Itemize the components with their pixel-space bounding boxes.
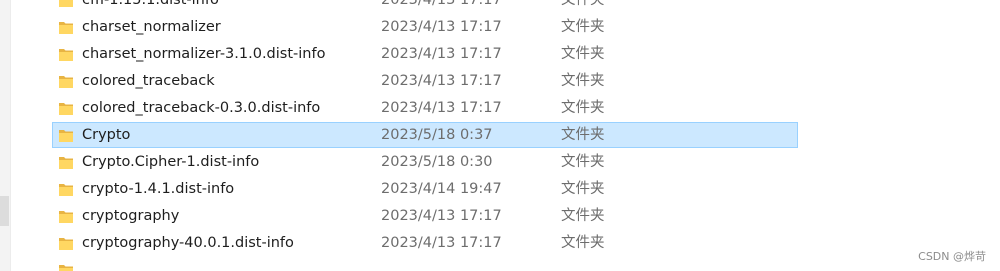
file-date-modified: 2023/4/13 17:17 [381,100,502,116]
folder-icon [59,103,73,115]
file-row[interactable]: colored_traceback 2023/4/13 17:17 文件夹 [0,68,1000,95]
watermark-text: CSDN @烨苛 [918,250,986,263]
file-name: Crypto.Cipher-1.dist-info [82,154,260,170]
file-name: colored_traceback [82,73,215,89]
file-row[interactable]: charset_normalizer 2023/4/13 17:17 文件夹 [0,14,1000,41]
file-row[interactable]: colored_traceback-0.3.0.dist-info 2023/4/… [0,95,1000,122]
file-date-modified: 2023/4/14 19:47 [381,181,502,197]
folder-icon [59,211,73,223]
file-name: Crypto [82,127,131,143]
file-type: 文件夹 [561,73,605,89]
file-name: colored_traceback-0.3.0.dist-info [82,100,321,116]
file-row[interactable]: cryptography 2023/4/13 17:17 文件夹 [0,203,1000,230]
folder-icon [59,157,73,169]
file-type: 文件夹 [561,19,605,35]
file-row[interactable]: crypto-1.4.1.dist-info 2023/4/14 19:47 文件夹 [0,176,1000,203]
file-type: 文件夹 [561,208,605,224]
file-name: crypto-1.4.1.dist-info [82,181,235,197]
file-type: 文件夹 [561,154,605,170]
file-row[interactable]: cffi-1.15.1.dist-info 2023/4/13 17:17 文件夹 [0,0,1000,14]
folder-icon [59,238,73,250]
file-name: cryptography-40.0.1.dist-info [82,235,294,251]
folder-icon [59,22,73,34]
folder-icon [59,49,73,61]
file-date-modified: 2023/4/13 17:17 [381,235,502,251]
file-date-modified: 2023/5/18 0:37 [381,127,493,143]
file-row[interactable]: cryptography-40.0.1.dist-info 2023/4/13 1… [0,230,1000,257]
folder-icon [59,184,73,196]
file-name: cryptography [82,208,180,224]
folder-icon [59,130,73,142]
file-date-modified: 2023/4/13 17:17 [381,73,502,89]
file-row[interactable] [0,257,1000,271]
file-type: 文件夹 [561,235,605,251]
folder-icon [59,0,73,7]
file-date-modified: 2023/4/13 17:17 [381,46,502,62]
file-name: cffi-1.15.1.dist-info [82,0,219,8]
file-type: 文件夹 [561,127,605,143]
file-type: 文件夹 [561,100,605,116]
file-type: 文件夹 [561,0,605,8]
file-date-modified: 2023/5/18 0:30 [381,154,493,170]
file-list: cffi-1.15.1.dist-info 2023/4/13 17:17 文件夹 c… [0,0,1000,271]
file-name: charset_normalizer-3.1.0.dist-info [82,46,326,62]
file-date-modified: 2023/4/13 17:17 [381,19,502,35]
file-explorer-window: cffi-1.15.1.dist-info 2023/4/13 17:17 文件夹 c… [0,0,1000,271]
file-date-modified: 2023/4/13 17:17 [381,208,502,224]
file-date-modified: 2023/4/13 17:17 [381,0,502,8]
file-row[interactable]: Crypto.Cipher-1.dist-info 2023/5/18 0:30 文… [0,149,1000,176]
file-type: 文件夹 [561,46,605,62]
file-type: 文件夹 [561,181,605,197]
folder-icon [59,76,73,88]
folder-icon [59,265,73,271]
file-row[interactable]: Crypto 2023/5/18 0:37 文件夹 [0,122,1000,149]
file-row[interactable]: charset_normalizer-3.1.0.dist-info 2023/4… [0,41,1000,68]
file-name: charset_normalizer [82,19,221,35]
